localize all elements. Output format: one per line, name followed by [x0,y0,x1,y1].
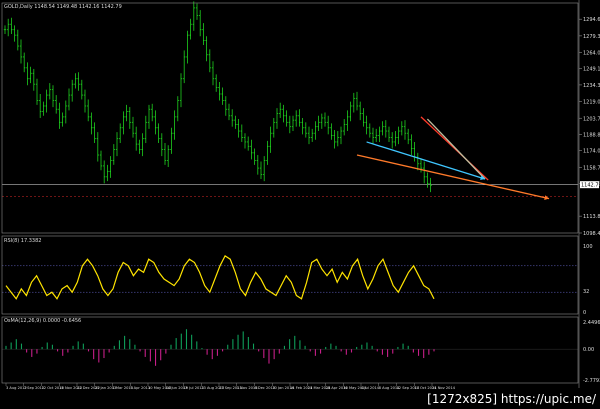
osma-tick-label: 2.4496 [583,320,600,326]
rsi-panel: RSI(8) 17.3382 [2,238,578,300]
trendline-arrow [544,195,549,200]
price-tick-label: 1188.89 [583,132,600,138]
date-tick-label: 4 Jul 2014 [361,386,380,390]
price-tick-label: 1234.34 [583,83,600,89]
price-axis: 1294.64 1279.34 1264.04 1249.19 1234.34 1219.… [1,0,600,388]
trendline [356,154,550,200]
date-axis: 3 Aug 20127 Sep 201212 Oct 201216 Nov 20… [5,383,456,390]
price-tick-label: 1279.34 [583,34,600,40]
rsi-tick-label: 32 [583,289,589,295]
osma-label: OsMA(12,26,9) 0.0000 -0.6456 [4,318,81,324]
current-price-label: 1142.79 [581,183,600,189]
osma-tick-label: 0.00 [583,347,594,353]
price-tick-label: 1174.04 [583,149,600,155]
chart-canvas[interactable]: GOLD,Daily 1148.54 1149.48 1142.16 1142.… [0,0,600,409]
osma-tick-label: -2.7793 [583,378,600,384]
osma-panel: OsMA(12,26,9) 0.0000 -0.6456 [2,318,578,366]
price-tick-label: 1294.64 [583,17,600,23]
trendline [420,116,489,181]
price-tick-label: 1249.19 [583,67,600,73]
price-tick-label: 1219.04 [583,100,600,106]
price-tick-label: 1264.04 [583,51,600,57]
date-tick-label: 21 Nov 2014 [432,386,456,390]
price-tick-label: 1203.74 [583,116,600,122]
rsi-tick-label: 0 [583,310,586,316]
price-tick-label: 1158.74 [583,165,600,171]
rsi-label: RSI(8) 17.3382 [4,238,41,244]
rsi-line [5,255,435,300]
rsi-tick-label: 100 [583,244,593,250]
price-panel: GOLD,Daily 1148.54 1149.48 1142.16 1142.… [2,1,578,200]
watermark: [1272x825] https://upic.me/ [427,392,596,406]
price-tick-label: 1113.89 [583,214,600,220]
price-tick-label: 1098.44 [583,231,600,237]
price-header: GOLD,Daily 1148.54 1149.48 1142.16 1142.… [4,4,122,10]
rsi-frame [1,235,579,315]
